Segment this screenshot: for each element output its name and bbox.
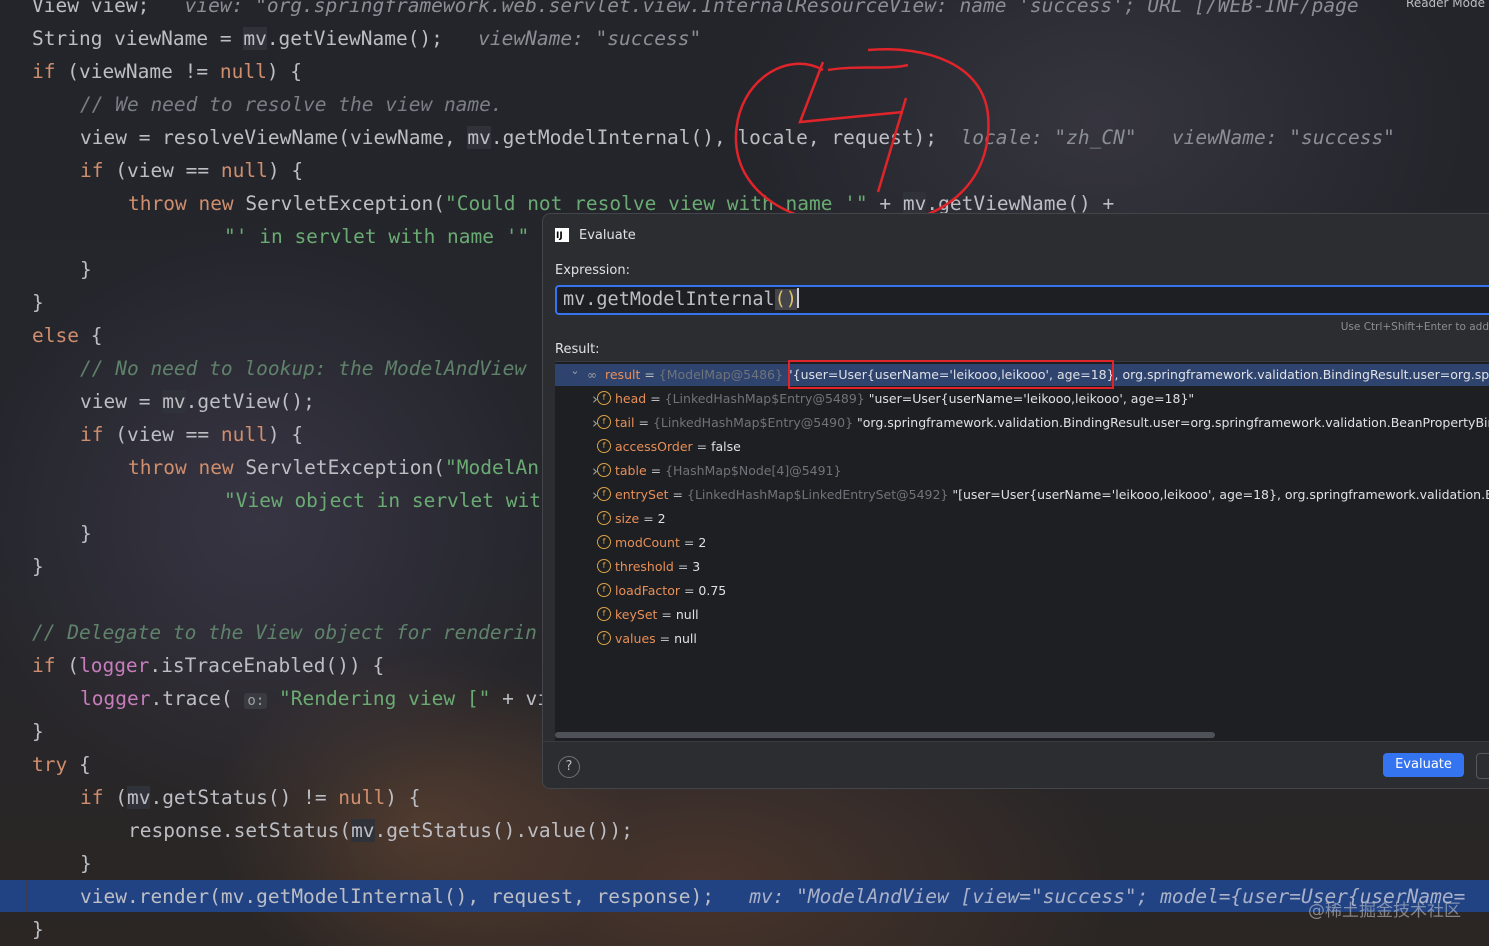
code-line-12: view = mv.getView(); <box>80 390 315 413</box>
object-reference: {LinkedHashMap$Entry@5489} <box>664 391 869 406</box>
code-line-21: } <box>32 720 44 743</box>
add-watch-hint: Use Ctrl+Shift+Enter to add <box>1340 321 1489 333</box>
variable-value: "[user=User{userName='leikooo,leikooo', … <box>952 487 1489 502</box>
code-line-20: logger.trace( o: "Rendering view [" + vi <box>80 687 550 710</box>
code-line-25: } <box>80 852 92 875</box>
variable-value: "org.springframework.validation.BindingR… <box>857 415 1489 430</box>
field-icon: f <box>597 583 611 597</box>
code-line-4: view = resolveViewName(viewName, mv.getM… <box>80 126 1395 149</box>
result-field-row[interactable]: › f tail = {LinkedHashMap$Entry@5490} "org… <box>555 412 1489 434</box>
variable-value: 0.75 <box>698 583 727 598</box>
dialog-footer: ? Evaluate <box>543 741 1489 788</box>
result-field-row[interactable]: f threshold = 3 <box>555 556 1489 578</box>
chevron-down-icon[interactable]: ⌄ <box>569 360 581 382</box>
code-line-2: if (viewName != null) { <box>32 60 303 83</box>
code-line-7: "' in servlet with name '" <box>224 225 530 248</box>
variable-name: loadFactor <box>615 583 680 598</box>
code-line-16: } <box>80 522 92 545</box>
code-line-5: if (view == null) { <box>80 159 304 182</box>
result-field-row[interactable]: f values = null <box>555 628 1489 650</box>
evaluate-button[interactable]: Evaluate <box>1383 753 1464 777</box>
variable-name: entrySet <box>615 487 669 502</box>
code-comment: // We need to resolve the view name. <box>80 93 503 116</box>
variable-value: "user=User{userName='leikooo,leikooo', a… <box>868 391 1195 406</box>
code-line-24: response.setStatus(mv.getStatus().value(… <box>128 819 633 842</box>
field-icon: f <box>597 463 611 477</box>
result-root-row[interactable]: ⌄ ∞ result = {ModelMap@5486} "{user=User{u… <box>555 364 1489 386</box>
code-line-19: if (logger.isTraceEnabled()) { <box>32 654 385 677</box>
object-reference: {LinkedHashMap$LinkedEntrySet@5492} <box>687 487 953 502</box>
field-icon: f <box>597 559 611 573</box>
intellij-icon: IJ <box>555 228 569 242</box>
variable-name: keySet <box>615 607 658 622</box>
variable-name: size <box>615 511 640 526</box>
expression-label: Expression: <box>555 263 630 278</box>
result-field-row[interactable]: f accessOrder = false <box>555 436 1489 458</box>
variable-name: accessOrder <box>615 439 693 454</box>
code-line-10: else { <box>32 324 103 347</box>
variable-value: "{user=User{userName='leikooo,leikooo', … <box>786 367 1489 382</box>
code-line-1: String viewName = mv.getViewName(); view… <box>32 27 702 50</box>
reader-mode-button[interactable]: Reader Mode <box>1406 0 1485 10</box>
result-field-row[interactable]: f keySet = null <box>555 604 1489 626</box>
result-field-row[interactable]: f loadFactor = 0.75 <box>555 580 1489 602</box>
code-line-15: "View object in servlet wit <box>224 489 541 512</box>
variable-name: head <box>615 391 647 406</box>
variable-name: values <box>615 631 656 646</box>
code-comment: // No need to lookup: the ModelAndView <box>80 357 527 380</box>
object-reference: {HashMap$Node[4]@5491} <box>665 463 846 478</box>
result-label: Result: <box>555 342 600 357</box>
variable-value: false <box>711 439 741 454</box>
field-icon: f <box>597 487 611 501</box>
field-icon: f <box>597 439 611 453</box>
code-line-9: } <box>32 291 44 314</box>
variable-value: null <box>675 607 699 622</box>
code-line-14: throw new ServletException("ModelAn <box>128 456 539 479</box>
variable-name: table <box>615 463 647 478</box>
field-icon: f <box>597 511 611 525</box>
horizontal-scrollbar[interactable] <box>555 732 1215 738</box>
variable-value: 2 <box>657 511 666 526</box>
watermark: @稀土掘金技术社区 <box>1308 901 1461 921</box>
code-comment: // Delegate to the View object for rende… <box>32 621 537 644</box>
result-tree[interactable]: ⌄ ∞ result = {ModelMap@5486} "{user=User{u… <box>555 361 1489 742</box>
help-button[interactable]: ? <box>558 756 580 778</box>
evaluate-dialog[interactable]: IJ Evaluate Expression: mv.getModelInter… <box>542 213 1489 789</box>
result-field-row[interactable]: › f entrySet = {LinkedHashMap$LinkedEntryS… <box>555 484 1489 506</box>
code-line-27: } <box>32 918 44 941</box>
code-line-22: try { <box>32 753 91 776</box>
result-field-row[interactable]: f modCount = 2 <box>555 532 1489 554</box>
code-line-8: } <box>80 258 92 281</box>
watch-result-icon: ∞ <box>587 368 597 382</box>
result-field-row[interactable]: › f head = {LinkedHashMap$Entry@5489} "use… <box>555 388 1489 410</box>
dialog-title: Evaluate <box>579 227 636 243</box>
code-line-0: View view; view: "org.springframework.we… <box>32 0 1359 17</box>
field-icon: f <box>597 415 611 429</box>
code-line-13: if (view == null) { <box>80 423 304 446</box>
object-reference: {ModelMap@5486} <box>658 367 787 382</box>
code-line-23: if (mv.getStatus() != null) { <box>80 786 421 809</box>
expression-input[interactable]: mv.getModelInternal() <box>555 285 1489 315</box>
variable-name: threshold <box>615 559 674 574</box>
dialog-title-bar[interactable]: IJ Evaluate <box>555 226 636 244</box>
parameter-hint: o: <box>244 693 268 709</box>
result-field-row[interactable]: › f table = {HashMap$Node[4]@5491} <box>555 460 1489 482</box>
variable-value: null <box>674 631 697 646</box>
field-icon: f <box>597 535 611 549</box>
variable-name: result <box>605 367 641 382</box>
field-icon: f <box>597 607 611 621</box>
code-line-26: view.render(mv.getModelInternal(), reque… <box>80 885 1466 908</box>
variable-name: modCount <box>615 535 680 550</box>
field-icon: f <box>597 391 611 405</box>
variable-value: 3 <box>692 559 701 574</box>
text-caret <box>796 288 799 308</box>
code-line-17: } <box>32 555 44 578</box>
field-icon: f <box>597 631 611 645</box>
object-reference: {LinkedHashMap$Entry@5490} <box>652 415 857 430</box>
variable-value: 2 <box>698 535 707 550</box>
result-field-row[interactable]: f size = 2 <box>555 508 1489 530</box>
close-button[interactable] <box>1476 753 1489 779</box>
variable-name: tail <box>615 415 635 430</box>
